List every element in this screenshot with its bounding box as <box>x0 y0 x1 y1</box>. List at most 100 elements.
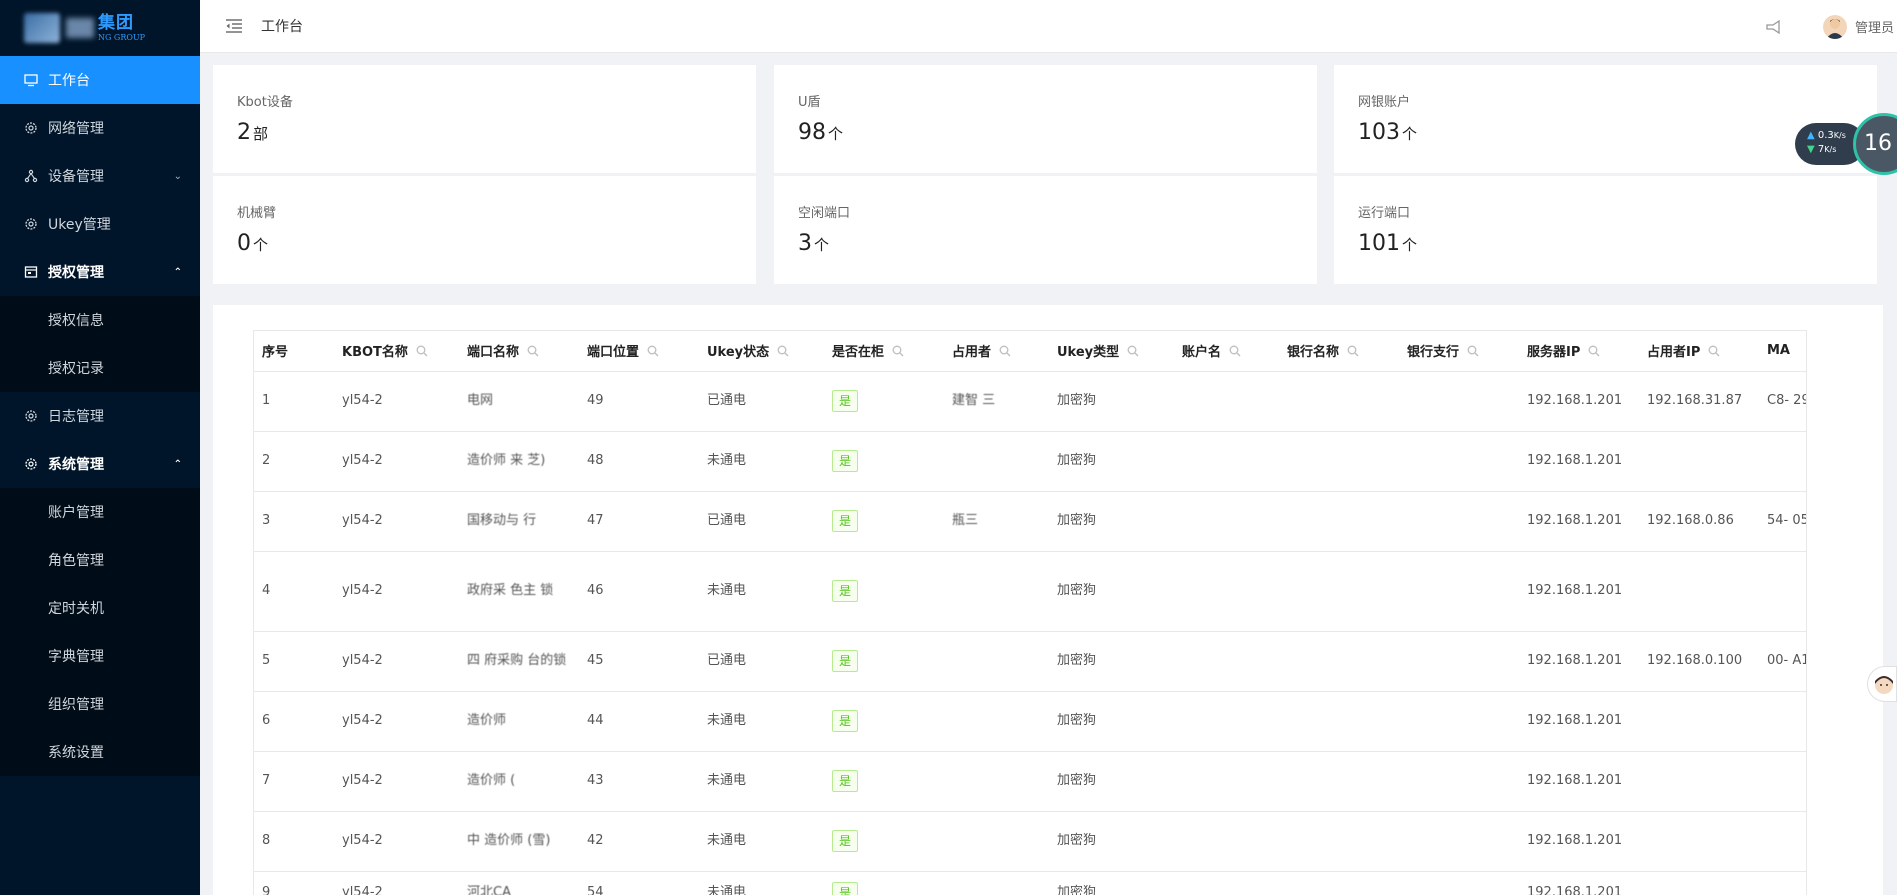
column-header[interactable]: 占用者IP <box>1639 331 1759 372</box>
cell-server-ip: 192.168.1.201 <box>1519 691 1639 752</box>
column-header[interactable]: KBOT名称 <box>334 331 459 372</box>
cell-no: 8 <box>254 811 334 872</box>
search-icon[interactable] <box>1127 345 1139 361</box>
table-container[interactable]: 序号 KBOT名称 端口名称 端口位置 Ukey状态 是否在柜 占用者 Ukey类型 账户名 银行… <box>253 330 1807 895</box>
search-icon[interactable] <box>527 345 539 361</box>
cell-text: 192.168.1.201 <box>1527 393 1623 408</box>
search-icon[interactable] <box>1708 345 1720 361</box>
cell-kbot: yl54-2 <box>334 751 459 812</box>
column-header[interactable]: 序号 <box>254 331 334 372</box>
gear-icon <box>24 217 38 231</box>
gear-icon <box>24 121 38 135</box>
cell-text: yl54-2 <box>342 773 383 788</box>
cell-text: 建智 三 <box>952 393 996 408</box>
search-icon[interactable] <box>1229 345 1241 361</box>
cell-type: 加密狗 <box>1049 871 1174 895</box>
sidebar-item-devices[interactable]: 设备管理 ⌄ <box>0 152 200 200</box>
cell-port-name: 四 府采购 台的锁 <box>459 631 579 692</box>
column-header[interactable]: 账户名 <box>1174 331 1279 372</box>
table-row[interactable]: 5 yl54-2 四 府采购 台的锁 45 已通电 是 加密狗 192.168.1.201 19… <box>254 631 1806 692</box>
cell-text: 192.168.1.201 <box>1527 513 1623 528</box>
cell-text: 8 <box>262 833 271 848</box>
search-icon[interactable] <box>777 345 789 361</box>
table-row[interactable]: 3 yl54-2 国移动与 行 47 已通电 是 瓶三 加密狗 192.168.1.201 192… <box>254 491 1806 552</box>
sidebar-item-accounts[interactable]: 账户管理 <box>0 488 200 536</box>
table-row[interactable]: 9 yl54-2 河北CA 54 未通电 是 加密狗 192.168.1.201 <box>254 871 1806 895</box>
arrow-up-icon: ▲ <box>1807 130 1815 141</box>
cell-pos: 44 <box>579 691 699 752</box>
column-header[interactable]: 端口名称 <box>459 331 579 372</box>
column-header[interactable]: Ukey状态 <box>699 331 824 372</box>
sidebar-item-ukey[interactable]: Ukey管理 <box>0 200 200 248</box>
table-row[interactable]: 7 yl54-2 造价师 (43 未通电 是 加密狗 192.168.1.201 <box>254 751 1806 812</box>
sidebar-item-organization[interactable]: 组织管理 <box>0 680 200 728</box>
column-header[interactable]: 银行支行 <box>1399 331 1519 372</box>
table-row[interactable]: 4 yl54-2 政府采 色主 锁 46 未通电 是 加密狗 192.168.1.201 <box>254 551 1806 632</box>
cell-port-name: 政府采 色主 锁 <box>459 551 579 632</box>
cell-status: 未通电 <box>699 871 824 895</box>
sidebar-item-system[interactable]: 系统管理 ⌃ <box>0 440 200 488</box>
sidebar-item-network[interactable]: 网络管理 <box>0 104 200 152</box>
column-header[interactable]: 端口位置 <box>579 331 699 372</box>
breadcrumb: 工作台 <box>261 19 303 35</box>
logo-subtitle: NG GROUP <box>98 32 146 42</box>
sidebar-item-label: 定时关机 <box>48 601 104 617</box>
cell-mac: C8- 29- <box>1759 371 1806 432</box>
status-badge: 是 <box>832 710 859 732</box>
search-icon[interactable] <box>1467 345 1479 361</box>
sidebar-item-auth-info[interactable]: 授权信息 <box>0 296 200 344</box>
network-speed-widget[interactable]: ▲ 0.3K/s ▼ 7K/s 16 <box>1795 113 1897 175</box>
sidebar-item-scheduled-shutdown[interactable]: 定时关机 <box>0 584 200 632</box>
stat-value: 103 <box>1358 120 1400 145</box>
table-row[interactable]: 1 yl54-2 电网 49 已通电 是 建智 三 加密狗 192.168.1.201 192.1… <box>254 371 1806 432</box>
cell-server-ip: 192.168.1.201 <box>1519 491 1639 552</box>
cell-occupant <box>944 691 1049 752</box>
sidebar-item-logs[interactable]: 日志管理 <box>0 392 200 440</box>
menu-fold-icon[interactable] <box>225 18 243 34</box>
assistant-avatar-icon[interactable] <box>1867 666 1897 702</box>
cell-in: 是 <box>824 811 944 872</box>
sidebar-item-roles[interactable]: 角色管理 <box>0 536 200 584</box>
column-header[interactable]: 是否在柜 <box>824 331 944 372</box>
cell-text: 192.168.1.201 <box>1527 773 1623 788</box>
logo[interactable]: 集团 NG GROUP <box>0 0 200 56</box>
table-row[interactable]: 6 yl54-2 造价师 44 未通电 是 加密狗 192.168.1.201 <box>254 691 1806 752</box>
sidebar-item-auth-records[interactable]: 授权记录 <box>0 344 200 392</box>
cell-no: 7 <box>254 751 334 812</box>
sidebar-item-authorization[interactable]: 授权管理 ⌃ <box>0 248 200 296</box>
sidebar-item-settings[interactable]: 系统设置 <box>0 728 200 776</box>
column-header[interactable]: 银行名称 <box>1279 331 1399 372</box>
avatar[interactable] <box>1823 14 1847 39</box>
search-icon[interactable] <box>1347 345 1359 361</box>
search-icon[interactable] <box>416 345 428 361</box>
sidebar-item-dashboard[interactable]: 工作台 <box>0 56 200 104</box>
table-row[interactable]: 2 yl54-2 造价师 来 芝) 48 未通电 是 加密狗 192.168.1.201 <box>254 431 1806 492</box>
search-icon[interactable] <box>999 345 1011 361</box>
column-header[interactable]: Ukey类型 <box>1049 331 1174 372</box>
search-icon[interactable] <box>892 345 904 361</box>
search-icon[interactable] <box>647 345 659 361</box>
cell-occ-ip <box>1639 431 1759 492</box>
column-header[interactable]: 服务器IP <box>1519 331 1639 372</box>
monitor-icon <box>24 73 38 87</box>
column-header[interactable]: 占用者 <box>944 331 1049 372</box>
table-row[interactable]: 8 yl54-2 中 造价师 (雪) 42 未通电 是 加密狗 192.168.1.201 <box>254 811 1806 872</box>
cell-branch <box>1399 431 1519 492</box>
cell-text: 加密狗 <box>1057 583 1097 598</box>
speed-unit: K/s <box>1833 131 1846 140</box>
status-badge: 是 <box>832 650 859 672</box>
cell-branch <box>1399 751 1519 812</box>
search-icon[interactable] <box>1588 345 1600 361</box>
column-header-label: 服务器IP <box>1527 345 1581 360</box>
cell-mac <box>1759 751 1806 812</box>
calendar-icon <box>24 265 38 279</box>
column-header[interactable]: MA <box>1759 331 1806 372</box>
sidebar-item-dictionary[interactable]: 字典管理 <box>0 632 200 680</box>
cell-occupant <box>944 871 1049 895</box>
stat-card-robot-arm: 机械臂 0个 <box>213 176 756 284</box>
stat-unit: 个 <box>828 125 844 143</box>
cell-text: 未通电 <box>707 773 747 788</box>
notification-icon[interactable] <box>1765 19 1783 35</box>
cell-branch <box>1399 631 1519 692</box>
username[interactable]: 管理员 <box>1855 17 1897 36</box>
